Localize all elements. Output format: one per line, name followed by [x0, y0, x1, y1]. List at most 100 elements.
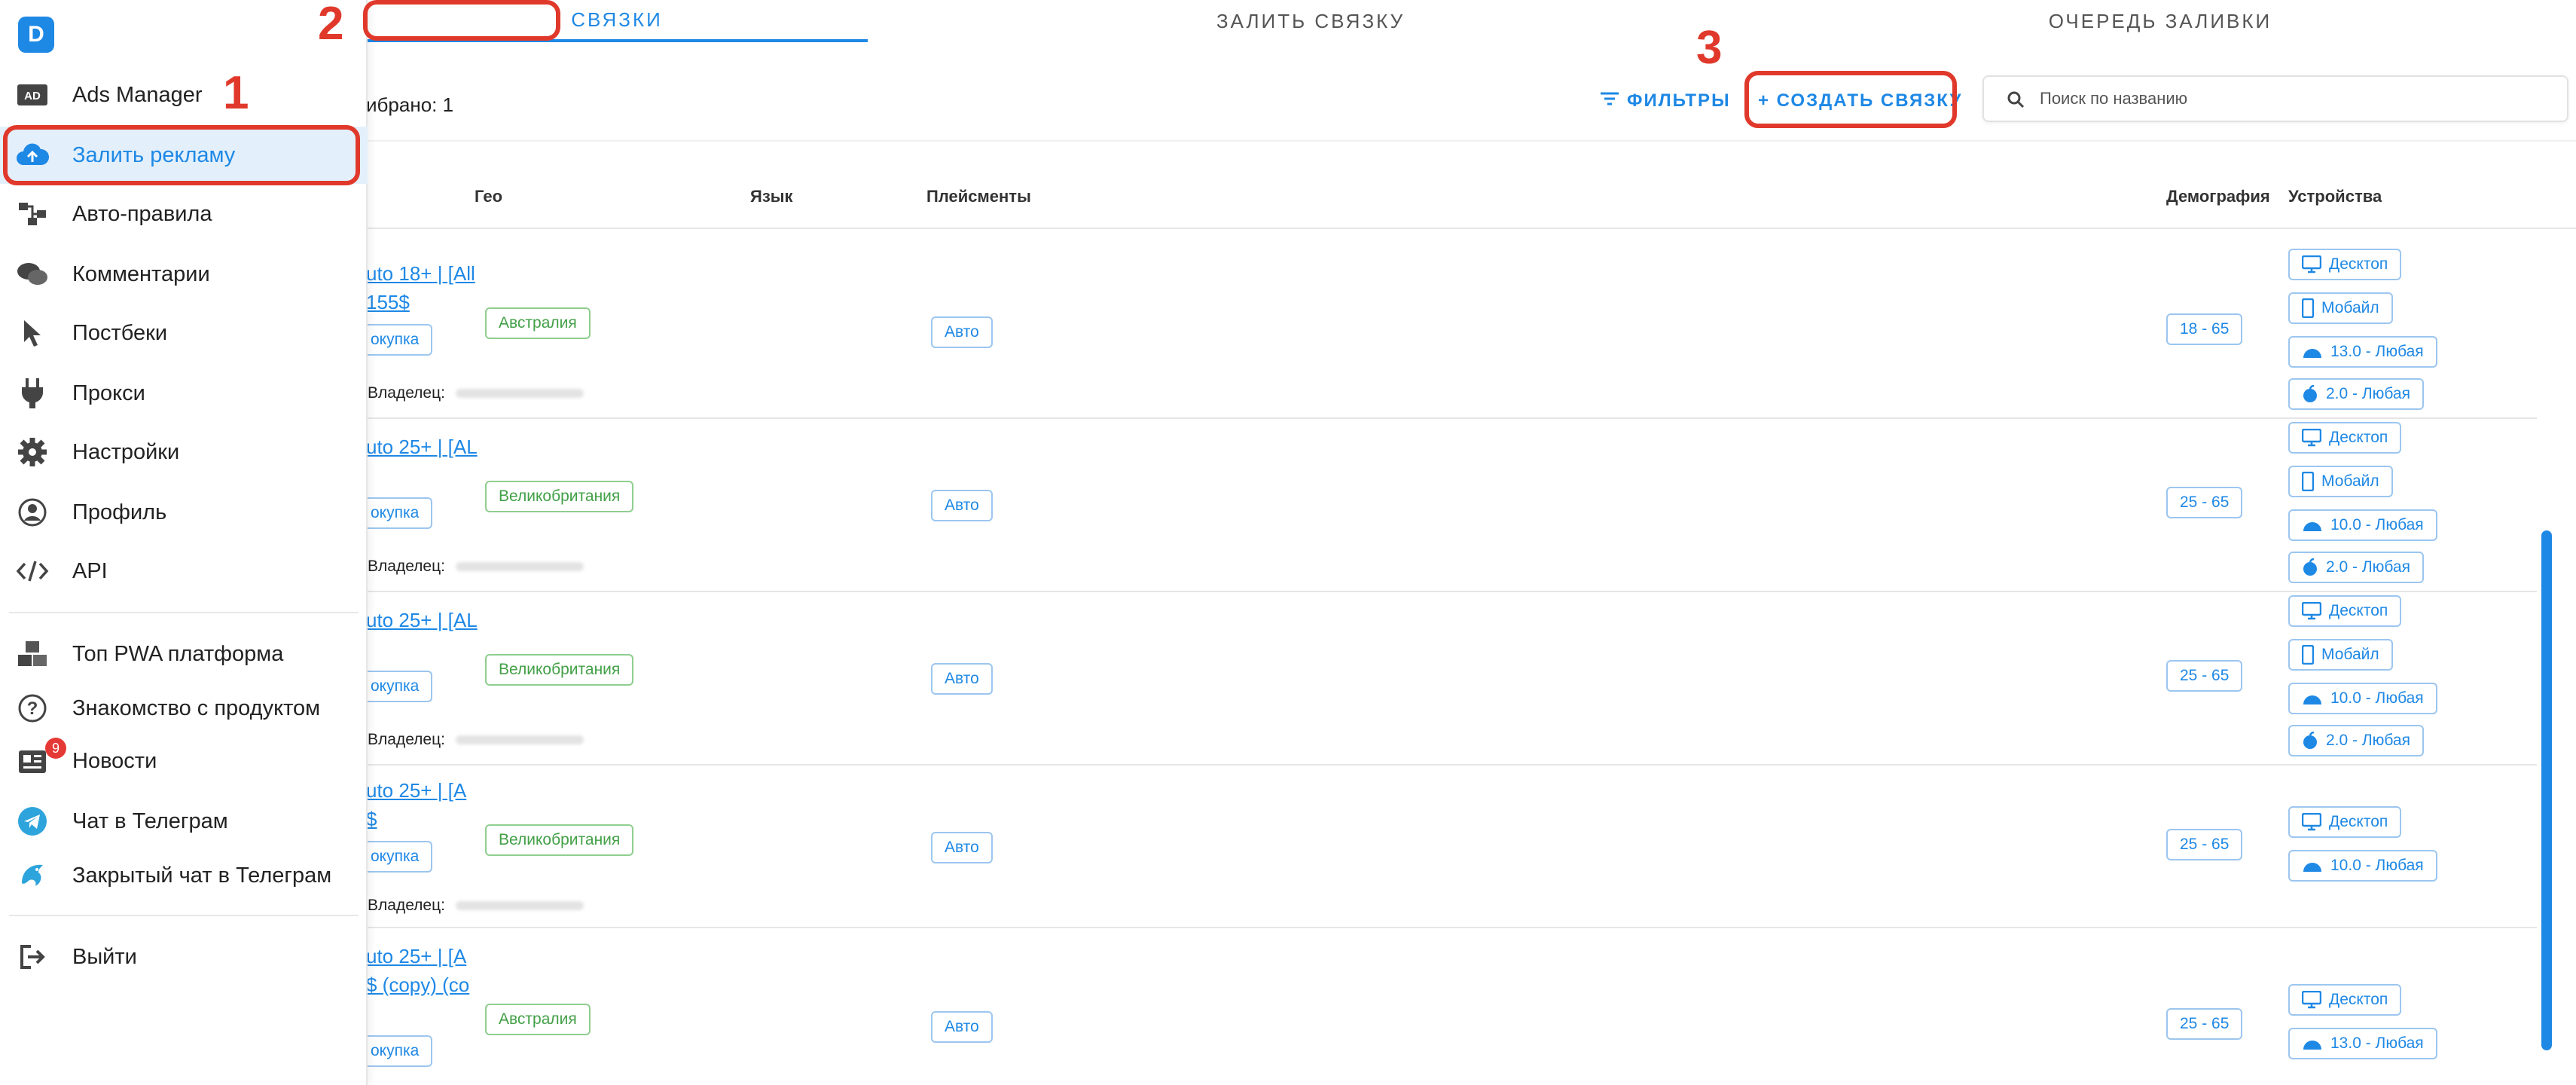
device-chip: Мобайл: [2288, 639, 2393, 671]
device-label: 13.0 - Любая: [2330, 1035, 2424, 1052]
sidebar-item-postbacks[interactable]: Постбеки: [0, 304, 368, 362]
sidebar-item-logout[interactable]: Выйти: [0, 928, 368, 986]
sidebar-item-settings[interactable]: Настройки: [0, 423, 368, 481]
vertical-scrollbar[interactable]: [2541, 530, 2552, 1050]
sidebar-item-proxy[interactable]: Прокси: [0, 365, 368, 422]
bundle-name-line: $ (copy) (co: [366, 973, 470, 996]
geo-label: Великобритания: [499, 487, 621, 505]
table-row[interactable]: uto 25+ | [A $ (copy) (co окупка Австрал…: [357, 928, 2537, 1085]
filters-label: ФИЛЬТРЫ: [1627, 90, 1731, 111]
owner-line: Владелец:: [368, 897, 584, 915]
search-field[interactable]: Поиск по названию: [1982, 75, 2568, 122]
bundle-name-link[interactable]: uto 18+ | [All 155$: [366, 259, 479, 316]
sidebar-item-ads-manager[interactable]: AD Ads Manager: [0, 66, 368, 124]
tab-label: СВЯЗКИ: [571, 8, 663, 31]
sidebar-item-top-pwa[interactable]: Топ PWA платформа: [0, 625, 368, 683]
sidebar-item-profile[interactable]: Профиль: [0, 484, 368, 541]
sidebar-divider: [9, 612, 359, 613]
device-label: Мобайл: [2321, 299, 2379, 316]
placement-label: Авто: [945, 497, 979, 514]
device-chip: Десктоп: [2288, 595, 2402, 627]
table-row[interactable]: uto 25+ | [AL окупка Великобритания Авто…: [357, 592, 2537, 766]
table-row[interactable]: uto 25+ | [A $ окупка Великобритания Авт…: [357, 766, 2537, 928]
bundle-name-link[interactable]: uto 25+ | [AL: [366, 432, 479, 461]
device-chip: 2.0 - Любая: [2288, 552, 2424, 583]
search-icon: [2007, 90, 2025, 112]
table-row[interactable]: uto 25+ | [AL окупка Великобритания Авто…: [357, 419, 2537, 592]
geo-label: Великобритания: [499, 661, 621, 678]
column-header-geo[interactable]: Гео: [475, 187, 502, 206]
android-icon: [2302, 518, 2323, 532]
geo-chip: Великобритания: [485, 481, 634, 512]
tab-bundles[interactable]: СВЯЗКИ: [366, 0, 868, 42]
bundle-name-line: uto 25+ | [AL: [366, 609, 478, 631]
placement-chip: Авто: [931, 663, 993, 695]
sidebar-divider: [9, 915, 359, 916]
bundle-name-line: uto 18+ | [All: [366, 262, 475, 285]
demography-chip: 25 - 65: [2166, 660, 2243, 692]
app-logo[interactable]: D: [18, 17, 54, 53]
logout-icon: [15, 940, 50, 974]
sidebar-item-comments[interactable]: Комментарии: [0, 246, 368, 303]
android-icon: [2302, 1037, 2323, 1050]
selected-count: ибрано: 1: [366, 93, 454, 116]
bundle-name-link[interactable]: uto 25+ | [A $: [366, 776, 479, 833]
demography-chip: 18 - 65: [2166, 313, 2243, 345]
column-header-language[interactable]: Язык: [750, 187, 793, 206]
column-header-devices[interactable]: Устройства: [2288, 187, 2382, 206]
sidebar-item-label: Профиль: [72, 500, 167, 524]
table-header: Гео Язык Плейсменты Демография Устройств…: [368, 140, 2576, 229]
objective-chip: окупка: [357, 497, 433, 529]
sidebar-item-label: Настройки: [72, 439, 180, 464]
rules-icon: [15, 197, 50, 231]
device-label: 2.0 - Любая: [2326, 732, 2410, 749]
device-label: Десктоп: [2329, 813, 2388, 830]
profile-icon: [15, 495, 50, 530]
sidebar-item-telegram-chat[interactable]: Чат в Телеграм: [0, 793, 368, 850]
sidebar-item-auto-rules[interactable]: Авто-правила: [0, 185, 368, 243]
ad-icon: AD: [15, 78, 50, 112]
sidebar-item-label: Комментарии: [72, 261, 210, 286]
placement-chip: Авто: [931, 832, 993, 863]
demography-label: 25 - 65: [2180, 667, 2230, 684]
svg-text:AD: AD: [24, 90, 41, 102]
objective-chip: окупка: [357, 671, 433, 702]
objective-label: окупка: [371, 504, 420, 521]
table-row[interactable]: uto 18+ | [All 155$ окупка Австралия Авт…: [357, 246, 2537, 419]
sidebar-item-news[interactable]: 9 Новости: [0, 732, 368, 790]
device-chip: 10.0 - Любая: [2288, 683, 2437, 714]
apple-icon: [2302, 732, 2318, 750]
filters-button[interactable]: ФИЛЬТРЫ: [1600, 90, 1731, 112]
sidebar-item-api[interactable]: API: [0, 542, 368, 600]
device-chip: Десктоп: [2288, 984, 2402, 1016]
svg-text:?: ?: [27, 698, 38, 719]
bundle-name-link[interactable]: uto 25+ | [AL: [366, 606, 479, 634]
owner-label: Владелец:: [368, 731, 445, 748]
apple-icon: [2302, 385, 2318, 403]
sidebar-item-upload-ads[interactable]: Залить рекламу: [0, 127, 368, 184]
device-chip: Мобайл: [2288, 466, 2393, 497]
owner-email-redacted: [455, 562, 584, 572]
column-header-demography[interactable]: Демография: [2166, 187, 2270, 206]
tab-upload-bundle[interactable]: ЗАЛИТЬ СВЯЗКУ: [868, 0, 1753, 42]
desktop-icon: [2302, 429, 2321, 447]
bundle-name-line: uto 25+ | [AL: [366, 436, 478, 458]
geo-chip: Австралия: [485, 1004, 591, 1035]
sidebar-item-private-telegram-chat[interactable]: Закрытый чат в Телеграм: [0, 847, 368, 904]
demography-chip: 25 - 65: [2166, 1008, 2243, 1040]
column-header-placements[interactable]: Плейсменты: [926, 187, 1031, 206]
tab-upload-queue[interactable]: ОЧЕРЕДЬ ЗАЛИВКИ: [1753, 0, 2567, 42]
mobile-icon: [2302, 472, 2314, 491]
create-bundle-button[interactable]: + СОЗДАТЬ СВЯЗКУ: [1758, 90, 1962, 112]
placement-chip: Авто: [931, 490, 993, 521]
sidebar-item-label: Прокси: [72, 381, 145, 405]
bundle-name-line: uto 25+ | [A: [366, 779, 467, 802]
sidebar-item-label: Ads Manager: [72, 82, 203, 107]
mobile-icon: [2302, 298, 2314, 318]
geo-chip: Австралия: [485, 307, 591, 339]
placement-chip: Авто: [931, 1011, 993, 1043]
device-chip: 10.0 - Любая: [2288, 850, 2437, 882]
sidebar-item-product-tour[interactable]: ? Знакомство с продуктом: [0, 680, 368, 737]
bundle-name-line: $: [366, 808, 377, 830]
bundle-name-link[interactable]: uto 25+ | [A $ (copy) (co: [366, 942, 479, 999]
